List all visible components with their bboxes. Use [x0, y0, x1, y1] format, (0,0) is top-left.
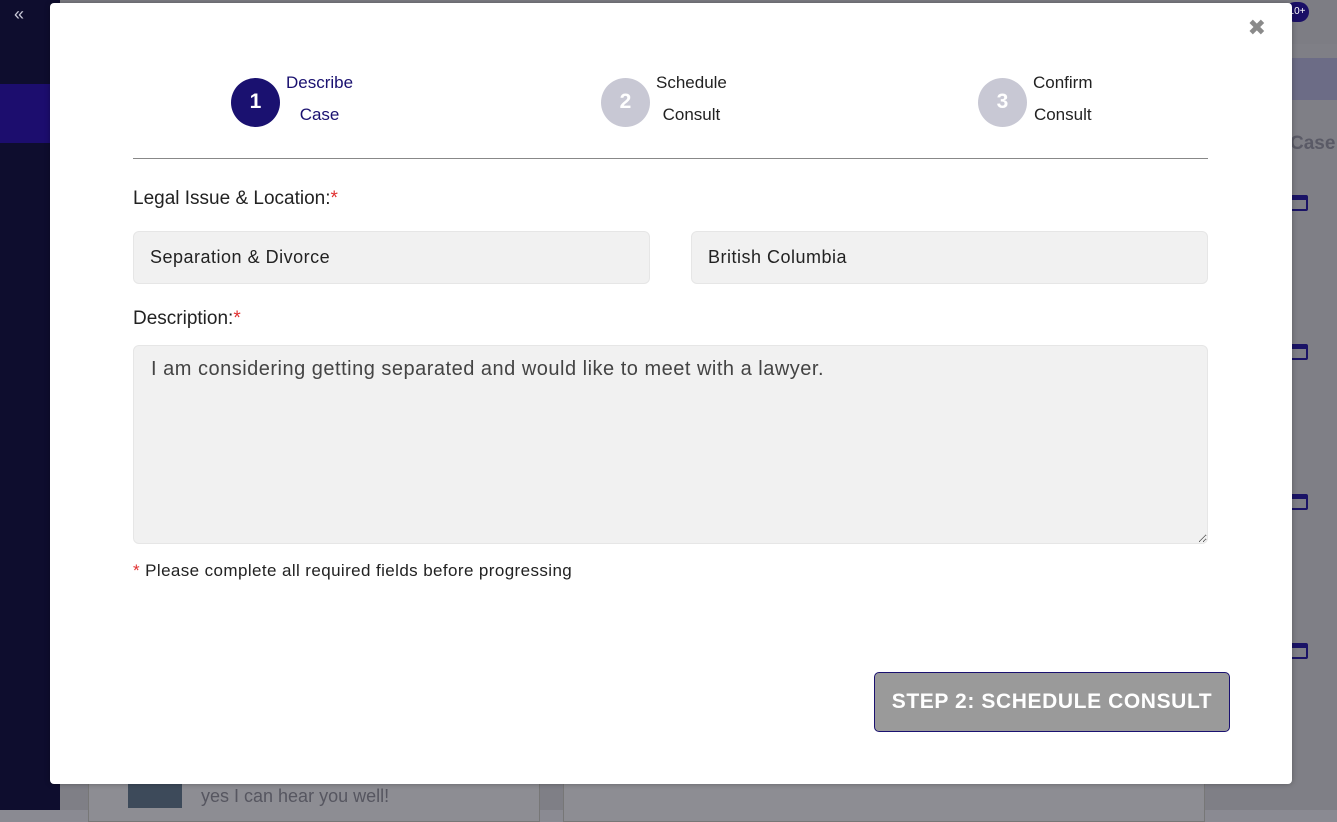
location-value: British Columbia	[708, 247, 848, 267]
step-label-line: Consult	[662, 105, 721, 124]
step-label: Schedule Consult	[656, 67, 727, 131]
step-describe-case[interactable]: 1 Describe Case	[231, 70, 353, 134]
step-label-line: Schedule	[656, 73, 727, 92]
chat-preview-text: yes I can hear you well!	[201, 786, 390, 806]
step-number: 3	[978, 77, 1027, 127]
new-case-modal: ✖ 1 Describe Case 2 Schedule Consult 3 C…	[50, 3, 1292, 784]
description-label: Description:*	[133, 308, 241, 330]
step-label: Describe Case	[286, 67, 353, 131]
location-select[interactable]: British Columbia	[691, 231, 1208, 284]
step-schedule-consult[interactable]: 2 Schedule Consult	[601, 70, 727, 134]
step-confirm-consult[interactable]: 3 Confirm Consult	[978, 70, 1093, 134]
step-label: Confirm Consult	[1033, 67, 1093, 131]
next-step-button[interactable]: STEP 2: SCHEDULE CONSULT	[874, 672, 1230, 732]
case-heading-partial: Case	[1290, 133, 1336, 154]
step-label-line: Consult	[1033, 105, 1092, 124]
calendar-icon	[1290, 494, 1308, 510]
progress-stepper: 1 Describe Case 2 Schedule Consult 3 Con…	[50, 3, 1292, 163]
step-label-line: Confirm	[1033, 73, 1093, 92]
description-textarea[interactable]: I am considering getting separated and w…	[133, 345, 1208, 544]
calendar-icon	[1290, 195, 1308, 211]
step-label-line: Case	[299, 105, 340, 124]
legal-issue-label: Legal Issue & Location:*	[133, 188, 338, 210]
step-number: 2	[601, 77, 650, 127]
legal-issue-label-text: Legal Issue & Location:	[133, 188, 331, 209]
step-number: 1	[231, 77, 280, 127]
legal-issue-select[interactable]: Separation & Divorce	[133, 231, 650, 284]
legal-issue-value: Separation & Divorce	[150, 247, 331, 267]
required-note-text: Please complete all required fields befo…	[145, 561, 573, 580]
required-fields-note: * Please complete all required fields be…	[133, 561, 572, 581]
required-asterisk: *	[233, 308, 241, 329]
stepper-divider	[133, 158, 1208, 159]
collapse-sidebar-icon[interactable]: «	[14, 4, 24, 25]
step-label-line: Describe	[286, 73, 354, 92]
calendar-icon	[1290, 643, 1308, 659]
required-asterisk: *	[330, 188, 338, 209]
calendar-icon	[1290, 344, 1308, 360]
app-header-band	[1290, 58, 1337, 100]
description-label-text: Description:	[133, 308, 234, 329]
required-asterisk: *	[133, 561, 141, 580]
